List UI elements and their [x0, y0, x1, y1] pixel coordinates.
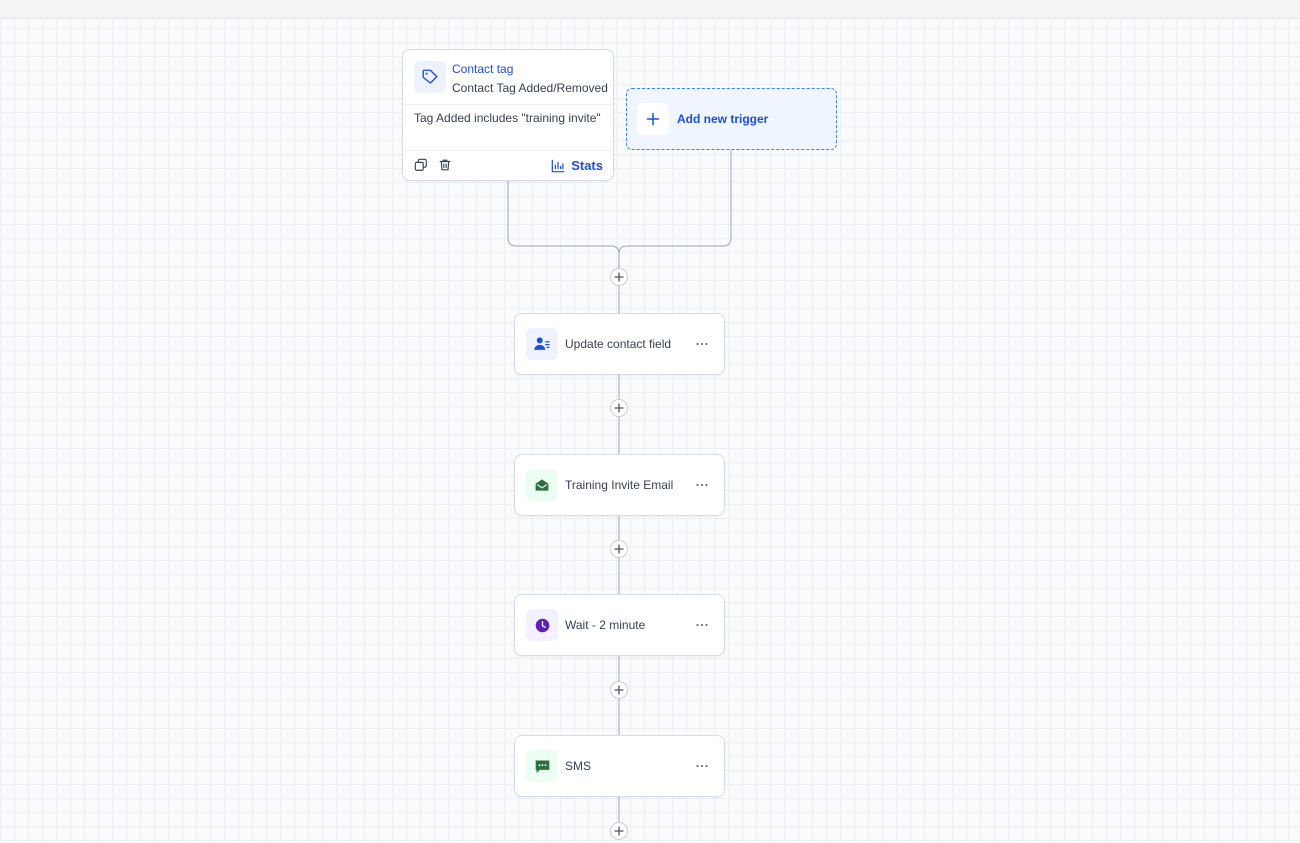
message-icon — [526, 750, 558, 782]
add-step-button[interactable] — [610, 540, 628, 558]
trigger-condition: Tag Added includes "training invite" — [414, 111, 601, 125]
more-options-icon[interactable] — [694, 759, 710, 773]
add-step-button[interactable] — [610, 822, 628, 840]
trigger-title: Contact tag — [452, 62, 514, 76]
stats-button[interactable]: Stats — [551, 157, 603, 174]
action-card-wait[interactable]: Wait - 2 minute — [514, 594, 725, 656]
action-card-sms[interactable]: SMS — [514, 735, 725, 797]
copy-icon[interactable] — [413, 157, 429, 173]
action-label: Update contact field — [565, 337, 672, 351]
add-step-button[interactable] — [610, 268, 628, 286]
plus-icon — [614, 403, 624, 413]
plus-icon — [614, 685, 624, 695]
tag-icon — [414, 61, 446, 93]
plus-icon — [614, 544, 624, 554]
trigger-card[interactable]: Contact tag Contact Tag Added/Removed Ta… — [402, 49, 614, 181]
stats-label: Stats — [571, 158, 603, 173]
action-card-update-contact-field[interactable]: Update contact field — [514, 313, 725, 375]
connector-trigger-right — [618, 150, 732, 255]
action-label: Training Invite Email — [565, 478, 674, 492]
bar-chart-icon — [551, 159, 565, 173]
more-options-icon[interactable] — [694, 337, 710, 351]
mail-open-icon — [526, 469, 558, 501]
plus-icon — [637, 103, 669, 135]
action-label: SMS — [565, 759, 592, 773]
add-new-trigger-button[interactable]: Add new trigger — [626, 88, 837, 150]
add-step-button[interactable] — [610, 399, 628, 417]
action-card-training-invite-email[interactable]: Training Invite Email — [514, 454, 725, 516]
plus-icon — [614, 272, 624, 282]
trigger-footer: Stats — [403, 150, 613, 180]
trigger-header[interactable]: Contact tag Contact Tag Added/Removed — [403, 50, 613, 105]
add-step-button[interactable] — [610, 681, 628, 699]
add-new-trigger-label: Add new trigger — [677, 112, 769, 126]
action-label: Wait - 2 minute — [565, 618, 646, 632]
trigger-subtitle: Contact Tag Added/Removed — [452, 81, 608, 95]
trash-icon[interactable] — [437, 157, 453, 173]
plus-icon — [614, 826, 624, 836]
clock-icon — [526, 609, 558, 641]
connector-trigger-left — [507, 181, 620, 268]
more-options-icon[interactable] — [694, 618, 710, 632]
user-list-icon — [526, 328, 558, 360]
more-options-icon[interactable] — [694, 478, 710, 492]
